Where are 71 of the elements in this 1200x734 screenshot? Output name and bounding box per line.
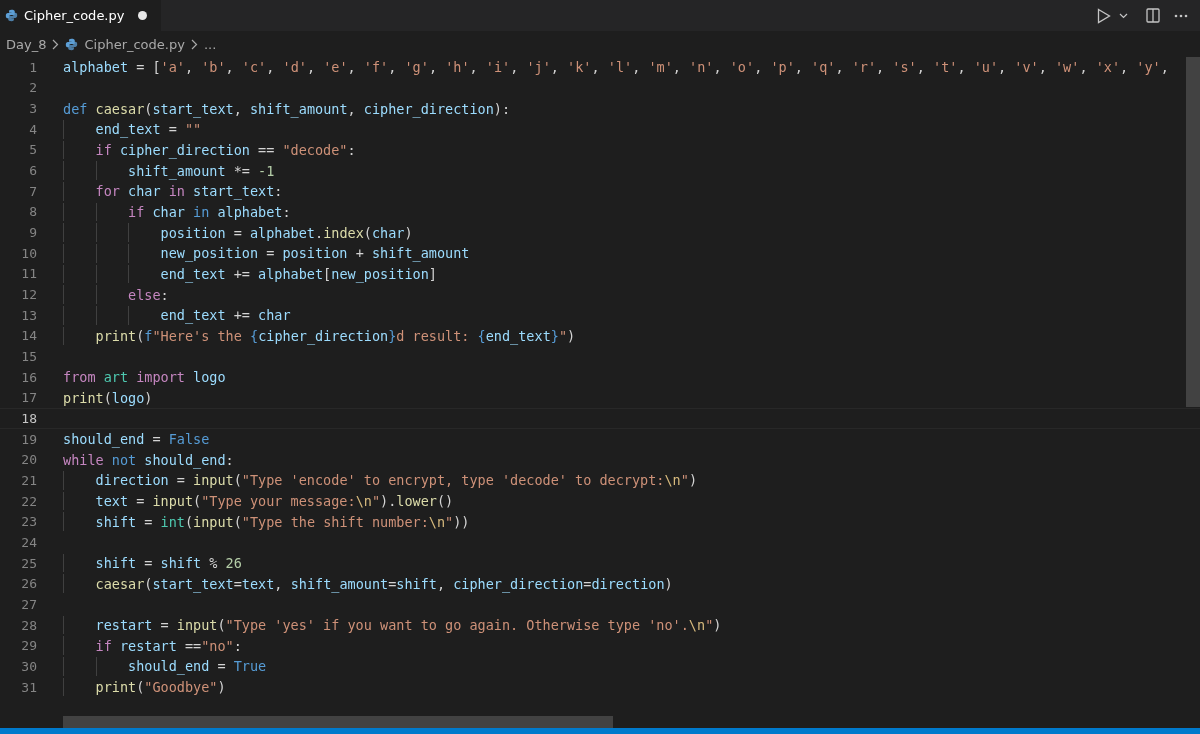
code-line: restart = input("Type 'yes' if you want to go again. Otherwise type 'no'.\n") [94,617,722,634]
line-number: 6 [28,163,37,179]
line-number: 20 [20,452,37,468]
line-number: 21 [20,472,37,488]
line-number: 3 [28,101,37,117]
run-icon[interactable] [1097,7,1111,24]
code-line: should_end = True [127,658,267,675]
chevron-down-icon[interactable] [1119,12,1128,19]
code-line: caesar(start_text=text, shift_amount=shift, cipher_direction=direction) [94,575,673,592]
chevron-right-icon [52,38,60,50]
code-line: if restart =="no": [94,637,242,654]
line-number: 30 [20,658,37,674]
code-line: end_text = "" [94,121,202,138]
breadcrumb-item[interactable]: Day_8 [6,36,47,52]
line-number: 26 [20,576,37,592]
code-line: position = alphabet.index(char) [159,224,413,241]
code-line: else: [127,286,169,303]
line-number: 17 [20,390,37,406]
line-number: 27 [20,596,37,612]
line-number: 14 [20,328,37,344]
code-line: end_text += alphabet[new_position] [159,265,437,282]
line-number: 24 [20,534,37,550]
line-number: 18 [20,411,37,426]
code-line: while not should_end: [63,451,234,468]
code-line: if char in alphabet: [127,203,291,220]
more-icon[interactable] [1174,13,1188,18]
code-line: alphabet = ['a', 'b', 'c', 'd', 'e', 'f', 'g', 'h', 'i', 'j', 'k', 'l', 'm', 'n', 'o', 'p', 'q', 'r', 's', 't', 'u', 'v', 'w', 'x', 'y', [63,59,1169,76]
line-number: 9 [28,225,37,241]
breadcrumb-item[interactable]: Cipher_code.py [84,36,185,52]
split-editor-icon[interactable] [1146,8,1160,23]
line-number: 19 [20,431,37,447]
code-line: shift = shift % 26 [94,555,242,572]
python-file-icon [5,9,18,22]
code-line: end_text += char [159,307,291,324]
code-line: def caesar(start_text, shift_amount, cipher_direction): [63,100,511,117]
code-line: shift_amount *= -1 [127,162,275,179]
breadcrumb-item[interactable]: ... [203,36,217,52]
code-line: shift = int(input("Type the shift number:\n")) [94,513,470,530]
code-line: from art import logo [63,369,226,386]
line-number: 13 [20,307,37,323]
scrollbar-thumb[interactable] [63,716,613,728]
line-number: 11 [20,266,37,282]
line-number: 4 [28,121,37,137]
line-number: 1 [28,59,37,75]
code-line: text = input("Type your message:\n").lower() [94,493,454,510]
line-number: 25 [20,555,37,571]
line-number: 16 [20,369,37,385]
code-line: new_position = position + shift_amount [159,245,470,262]
scrollbar-thumb[interactable] [1186,57,1200,407]
line-number: 29 [20,638,37,654]
python-file-icon [65,37,79,51]
line-number: 12 [20,287,37,303]
code-line: print("Goodbye") [94,679,226,695]
chevron-right-icon [190,38,198,50]
editor-tab[interactable]: Cipher_code.py [0,0,162,31]
code-line: print(f"Here's the {cipher_direction}d result: {end_text}") [94,327,576,344]
line-number: 31 [20,679,37,695]
line-number: 23 [20,514,37,530]
code-line: print(logo) [63,389,153,406]
line-number: 5 [28,142,37,158]
line-number: 2 [28,80,37,96]
code-line: should_end = False [63,431,210,448]
line-number: 15 [20,349,37,364]
code-line: if cipher_direction == "decode": [94,141,356,158]
line-number: 8 [28,204,37,220]
line-number: 7 [28,183,37,199]
line-number: 22 [20,493,37,509]
code-line: direction = input("Type 'encode' to encrypt, type 'decode' to decrypt:\n") [94,472,698,489]
code-line: for char in start_text: [94,183,283,200]
line-number: 28 [20,617,37,633]
line-number: 10 [20,245,37,261]
